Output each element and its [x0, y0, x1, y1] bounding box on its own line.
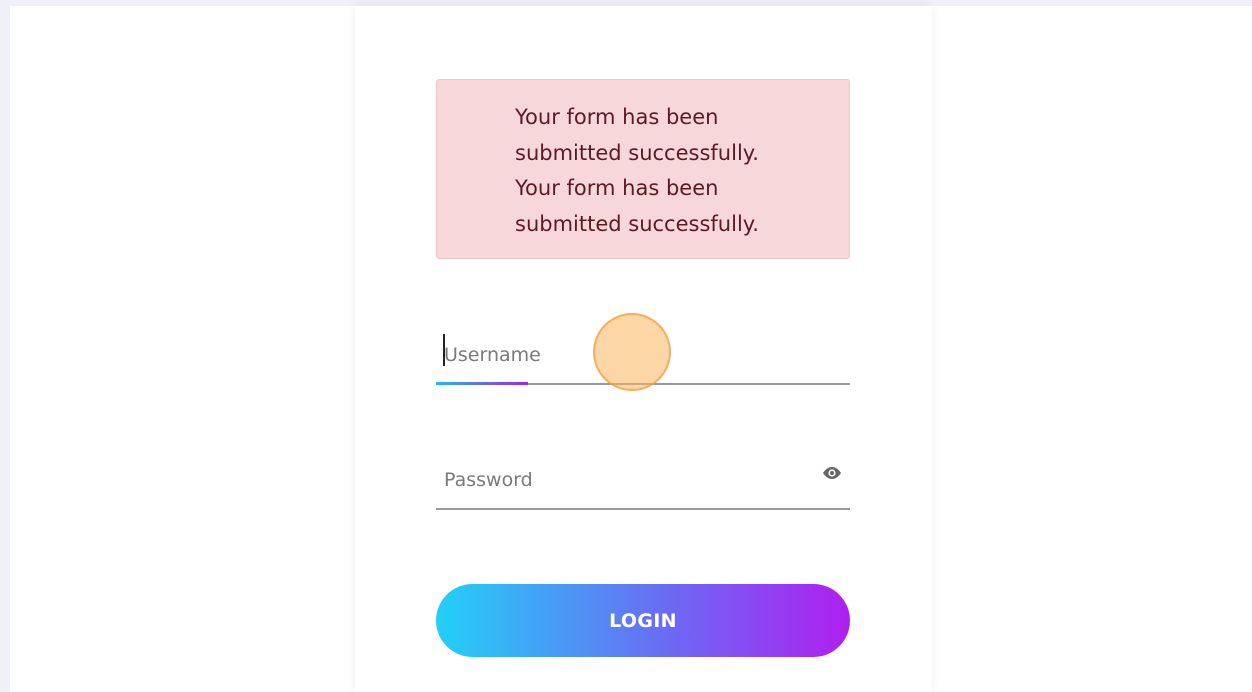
password-field [436, 450, 850, 510]
username-focus-bar [436, 382, 528, 385]
alert-line: Your form has been [515, 105, 719, 129]
alert-line: submitted successfully. [515, 211, 759, 236]
eye-icon[interactable] [821, 465, 843, 481]
success-alert: Your form has been submitted successfull… [436, 79, 850, 259]
alert-line: Your form has been [515, 176, 719, 200]
text-caret [443, 334, 445, 366]
password-input[interactable] [436, 450, 850, 510]
login-button[interactable]: LOGIN [436, 584, 850, 657]
alert-line: submitted successfully. [515, 140, 759, 165]
password-underline [436, 508, 850, 510]
click-indicator [593, 313, 671, 391]
